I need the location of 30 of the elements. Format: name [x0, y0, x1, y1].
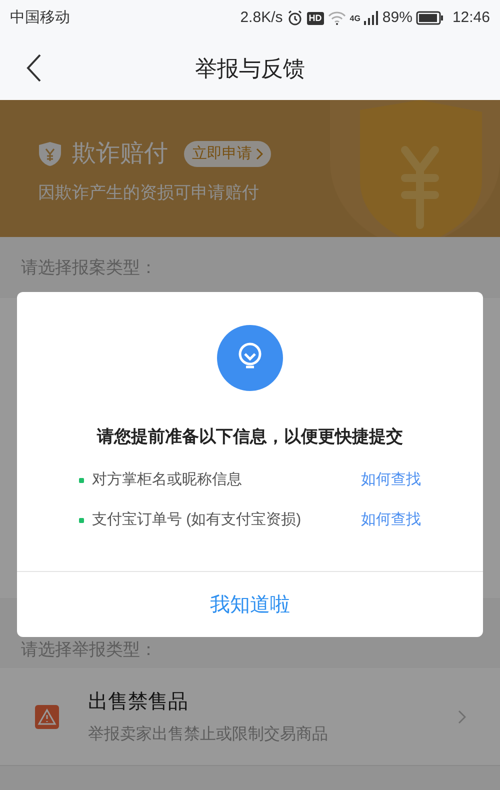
requirement-text: 支付宝订单号 (如有支付宝资损)	[92, 510, 302, 530]
requirement-text: 对方掌柜名或昵称信息	[92, 470, 242, 490]
bullet-icon	[79, 478, 84, 483]
report-item[interactable]: 出售禁售品 举报卖家出售禁止或限制交易商品	[0, 668, 500, 766]
item-title: 出售禁售品	[88, 690, 189, 714]
clock-time: 12:46	[452, 8, 490, 28]
chevron-icon	[458, 710, 466, 724]
bullet-icon	[79, 518, 84, 523]
hd-badge: HD	[306, 12, 324, 24]
lightbulb-icon	[217, 325, 283, 391]
signal-icon	[364, 11, 378, 25]
help-link[interactable]: 如何查找	[361, 469, 421, 492]
banner-subtitle: 因欺诈产生的资损可申请赔付	[38, 182, 259, 204]
network-type: 4G	[350, 12, 360, 25]
warning-icon	[34, 704, 60, 730]
confirm-button[interactable]: 我知道啦	[202, 590, 298, 620]
dialog-title: 请您提前准备以下信息，以便更快捷提交	[97, 426, 403, 448]
wifi-icon	[328, 11, 346, 25]
battery-icon	[416, 11, 444, 25]
item-description: 举报卖家出售禁止或限制交易商品	[88, 724, 328, 744]
apply-button[interactable]: 立即申请	[184, 141, 271, 167]
network-speed: 2.8K/s	[240, 8, 283, 28]
shield-icon	[38, 141, 62, 167]
banner-title: 欺诈赔付	[72, 139, 168, 169]
alarm-icon	[286, 10, 303, 26]
carrier-name: 中国移动	[10, 8, 70, 28]
chevron-icon	[256, 148, 263, 160]
help-link[interactable]: 如何查找	[361, 509, 421, 532]
page-title: 举报与反馈	[195, 54, 305, 82]
battery-level: 89%	[382, 8, 412, 28]
